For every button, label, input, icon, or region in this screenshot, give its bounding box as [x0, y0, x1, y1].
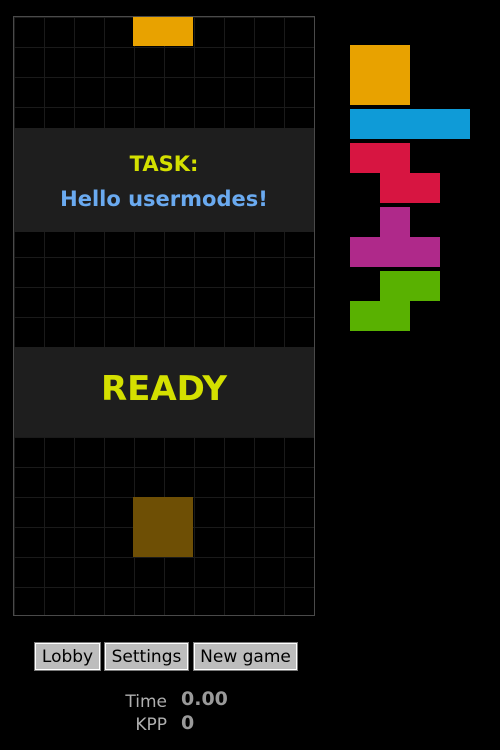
- next-piece-t-block: [350, 207, 440, 267]
- time-value: 0.00: [181, 688, 228, 710]
- next-piece-t: [350, 207, 440, 267]
- next-piece-i-block: [350, 109, 470, 139]
- game-board: TASK: Hello usermodes! READY: [13, 16, 315, 616]
- next-piece-s: [350, 271, 440, 331]
- ghost-o-piece: [133, 497, 193, 557]
- next-piece-o-block: [350, 45, 410, 105]
- new-game-button[interactable]: New game: [193, 642, 298, 671]
- kpp-value: 0: [181, 712, 195, 734]
- next-queue: [350, 45, 472, 467]
- ready-banner: READY: [14, 347, 314, 437]
- next-piece-z-block: [350, 143, 440, 203]
- kpp-label: KPP: [135, 715, 167, 735]
- task-text: Hello usermodes!: [60, 187, 268, 211]
- settings-button[interactable]: Settings: [104, 642, 189, 671]
- ready-text: READY: [100, 369, 228, 409]
- lobby-button[interactable]: Lobby: [34, 642, 101, 671]
- falling-o-piece: [133, 17, 193, 46]
- next-piece-s-block: [350, 271, 440, 331]
- next-piece-z: [350, 143, 440, 203]
- time-label: Time: [125, 692, 167, 712]
- next-piece-o: [350, 45, 410, 105]
- task-title: TASK:: [129, 152, 199, 176]
- task-banner: TASK: Hello usermodes!: [14, 128, 314, 232]
- next-piece-i: [350, 109, 470, 139]
